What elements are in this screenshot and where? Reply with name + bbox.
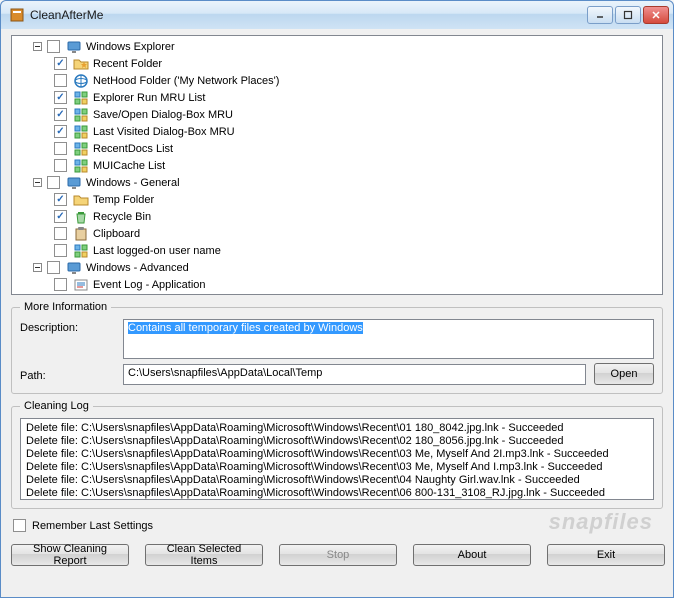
content-area: Windows Explorer Recent Folder NetHood Fol… xyxy=(1,29,673,597)
cleaning-log-group: Cleaning Log Delete file: C:\Users\snapf… xyxy=(11,400,663,509)
description-box[interactable]: Contains all temporary files created by … xyxy=(123,319,654,359)
log-line: Delete file: C:\Users\snapfiles\AppData\… xyxy=(26,435,648,448)
tree-checkbox[interactable] xyxy=(54,210,67,223)
expander-icon[interactable] xyxy=(32,41,43,52)
tree-item[interactable]: Recycle Bin xyxy=(12,208,662,225)
recycle-icon xyxy=(73,209,89,225)
cleaning-log-legend: Cleaning Log xyxy=(20,400,93,412)
tree-item[interactable]: Explorer Run MRU List xyxy=(12,89,662,106)
remember-label: Remember Last Settings xyxy=(32,520,153,532)
path-label: Path: xyxy=(20,367,115,382)
eventlog-icon xyxy=(73,277,89,293)
window-title: CleanAfterMe xyxy=(30,8,587,22)
maximize-button[interactable] xyxy=(615,6,641,24)
tree-checkbox[interactable] xyxy=(54,244,67,257)
log-line: Delete file: C:\Users\snapfiles\AppData\… xyxy=(26,474,648,487)
tree-item[interactable]: RecentDocs List xyxy=(12,140,662,157)
more-info-group: More Information Description: Contains a… xyxy=(11,301,663,394)
registry-icon xyxy=(73,90,89,106)
log-line: Delete file: C:\Users\snapfiles\AppData\… xyxy=(26,487,648,500)
tree-checkbox[interactable] xyxy=(54,91,67,104)
folder-star-icon xyxy=(73,56,89,72)
tree-item-label: Recycle Bin xyxy=(93,211,151,223)
description-label: Description: xyxy=(20,319,115,334)
registry-icon xyxy=(73,141,89,157)
tree-item-label: Last Visited Dialog-Box MRU xyxy=(93,126,235,138)
monitor-icon xyxy=(66,175,82,191)
log-line: Delete file: C:\Users\snapfiles\AppData\… xyxy=(26,461,648,474)
tree-group[interactable]: Windows - Advanced xyxy=(12,259,662,276)
monitor-icon xyxy=(66,260,82,276)
tree-item-label: Temp Folder xyxy=(93,194,154,206)
network-icon xyxy=(73,73,89,89)
tree-checkbox[interactable] xyxy=(54,108,67,121)
tree-checkbox[interactable] xyxy=(54,193,67,206)
tree-group[interactable]: Windows Explorer xyxy=(12,38,662,55)
tree-checkbox[interactable] xyxy=(54,159,67,172)
exit-button[interactable]: Exit xyxy=(547,544,665,566)
path-input[interactable]: C:\Users\snapfiles\AppData\Local\Temp xyxy=(123,364,586,385)
tree-item[interactable]: Last logged-on user name xyxy=(12,242,662,259)
button-bar: Show Cleaning Report Clean Selected Item… xyxy=(11,542,663,566)
tree-checkbox[interactable] xyxy=(54,125,67,138)
about-button[interactable]: About xyxy=(413,544,531,566)
tree-item[interactable]: Clipboard xyxy=(12,225,662,242)
tree-item-label: Recent Folder xyxy=(93,58,162,70)
folder-icon xyxy=(73,192,89,208)
tree-item[interactable]: Event Log - Application xyxy=(12,276,662,293)
window-buttons xyxy=(587,6,669,24)
tree-item[interactable]: Save/Open Dialog-Box MRU xyxy=(12,106,662,123)
tree-view[interactable]: Windows Explorer Recent Folder NetHood Fol… xyxy=(11,35,663,295)
tree-group-label: Windows - General xyxy=(86,177,180,189)
tree-checkbox[interactable] xyxy=(54,57,67,70)
tree-checkbox[interactable] xyxy=(47,40,60,53)
tree-item-label: Last logged-on user name xyxy=(93,245,221,257)
clipboard-icon xyxy=(73,226,89,242)
minimize-button[interactable] xyxy=(587,6,613,24)
tree-item[interactable]: MUICache List xyxy=(12,157,662,174)
titlebar[interactable]: CleanAfterMe xyxy=(1,1,673,29)
tree-item-label: MUICache List xyxy=(93,160,165,172)
remember-checkbox[interactable] xyxy=(13,519,26,532)
expander-icon[interactable] xyxy=(32,262,43,273)
registry-icon xyxy=(73,107,89,123)
log-box[interactable]: Delete file: C:\Users\snapfiles\AppData\… xyxy=(20,418,654,500)
tree-checkbox[interactable] xyxy=(47,261,60,274)
app-icon xyxy=(9,7,25,23)
tree-item[interactable]: Recent Folder xyxy=(12,55,662,72)
stop-button[interactable]: Stop xyxy=(279,544,397,566)
tree-item[interactable]: NetHood Folder ('My Network Places') xyxy=(12,72,662,89)
tree-item-label: Explorer Run MRU List xyxy=(93,92,205,104)
tree-group[interactable]: Windows - General xyxy=(12,174,662,191)
tree-item[interactable]: Last Visited Dialog-Box MRU xyxy=(12,123,662,140)
registry-icon xyxy=(73,243,89,259)
clean-button[interactable]: Clean Selected Items xyxy=(145,544,263,566)
description-text: Contains all temporary files created by … xyxy=(128,322,363,334)
tree-item-label: Save/Open Dialog-Box MRU xyxy=(93,109,233,121)
show-report-button[interactable]: Show Cleaning Report xyxy=(11,544,129,566)
more-info-legend: More Information xyxy=(20,301,111,313)
tree-item-label: Event Log - Application xyxy=(93,279,206,291)
monitor-icon xyxy=(66,39,82,55)
close-button[interactable] xyxy=(643,6,669,24)
tree-checkbox[interactable] xyxy=(47,176,60,189)
tree-checkbox[interactable] xyxy=(54,142,67,155)
tree-item-label: Clipboard xyxy=(93,228,140,240)
tree-group-label: Windows - Advanced xyxy=(86,262,189,274)
app-window: CleanAfterMe Windows Explorer Recent Fold… xyxy=(0,0,674,598)
registry-icon xyxy=(73,124,89,140)
tree-checkbox[interactable] xyxy=(54,227,67,240)
tree-checkbox[interactable] xyxy=(54,74,67,87)
tree-group-label: Windows Explorer xyxy=(86,41,175,53)
tree-item[interactable]: Temp Folder xyxy=(12,191,662,208)
tree-item-label: RecentDocs List xyxy=(93,143,173,155)
registry-icon xyxy=(73,158,89,174)
open-button[interactable]: Open xyxy=(594,363,654,385)
tree-checkbox[interactable] xyxy=(54,278,67,291)
log-line: Delete file: C:\Users\snapfiles\AppData\… xyxy=(26,422,648,435)
expander-icon[interactable] xyxy=(32,177,43,188)
log-line: Delete file: C:\Users\snapfiles\AppData\… xyxy=(26,448,648,461)
tree-item-label: NetHood Folder ('My Network Places') xyxy=(93,75,279,87)
